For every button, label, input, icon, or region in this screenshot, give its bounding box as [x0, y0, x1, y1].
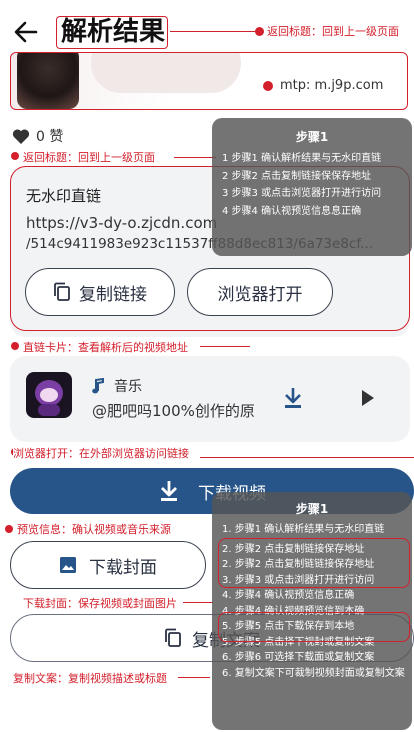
- like-count: 0 赞: [36, 129, 64, 145]
- title-annotation: 返回标题：回到上一级页面: [267, 25, 399, 38]
- overlay-highlight: [218, 612, 410, 642]
- open-browser-label: 浏览器打开: [217, 284, 303, 305]
- title-annotation-dot: [255, 27, 264, 36]
- annotation-dot: [11, 342, 19, 350]
- overlay-title: 步骤1: [295, 130, 329, 144]
- download-icon: [161, 481, 177, 501]
- download-icon: [285, 388, 301, 408]
- annotation-copy-text: 复制文案：复制视频描述或标题: [13, 672, 167, 685]
- annotation-line: [174, 157, 216, 158]
- overlay-step: 4. 步骤4 确认视预览信息正确: [222, 590, 355, 601]
- music-play-button[interactable]: [360, 388, 376, 408]
- music-download-button[interactable]: [282, 386, 304, 410]
- copy-icon: [165, 628, 181, 647]
- copy-link-label: 复制链接: [79, 284, 147, 305]
- copy-icon: [54, 282, 70, 301]
- title-arrow-line: [170, 31, 256, 32]
- tutorial-overlay-1: 步骤1 1 步骤1 确认解析结果与无水印直链 2 步骤2 点击复制链接保保存地址…: [212, 118, 412, 256]
- music-cover: [26, 372, 72, 418]
- thumbnail-blur: [91, 53, 241, 93]
- music-label: 音乐: [114, 379, 142, 395]
- link-url-line1[interactable]: https://v3-dy-o.zjcdn.com: [26, 214, 217, 232]
- overlay-step: 3 步骤3 或点击浏览器打开进行访问: [222, 188, 382, 199]
- overlay-step: 6. 步骤6 可选择下载面或复制文案: [222, 652, 375, 663]
- overlay-step: 1 步骤1 确认解析结果与无水印直链: [222, 153, 382, 164]
- download-cover-button[interactable]: 下载封面: [10, 541, 206, 589]
- avatar: [17, 53, 79, 109]
- copy-link-button[interactable]: 复制链接: [25, 268, 175, 316]
- link-card-title: 无水印直链: [26, 187, 102, 205]
- annotation-line: [200, 346, 250, 347]
- overlay-step: 1. 步骤1 确认解析结果与无水印直链: [222, 524, 385, 535]
- music-note-icon: [92, 378, 104, 394]
- annotation-back-title: 返回标题：回到上一级页面: [23, 151, 155, 164]
- watermark-dot: [263, 81, 273, 91]
- page-title: 解析结果: [60, 17, 165, 47]
- overlay-title: 步骤1: [295, 502, 329, 516]
- annotation-browser: 浏览器打开：在外部浏览器访问链接: [13, 445, 189, 461]
- music-author: @肥吧吗100%创作的原: [92, 402, 255, 420]
- annotation-line: [183, 602, 213, 603]
- like-button[interactable]: 0 赞: [12, 126, 63, 146]
- back-button[interactable]: [12, 18, 40, 46]
- heart-icon: [12, 129, 30, 144]
- download-cover-label: 下载封面: [89, 557, 157, 578]
- overlay-step: 6. 复制文案下可裁制视频封面或复制文案: [222, 667, 405, 679]
- annotation-preview: 预览信息：确认视频或音乐来源: [17, 523, 171, 536]
- open-browser-button[interactable]: 浏览器打开: [187, 268, 333, 316]
- annotation-link-card: 直链卡片：查看解析后的视频地址: [23, 341, 188, 354]
- annotation-line: [178, 677, 210, 678]
- annotation-line: [200, 457, 414, 458]
- annotation-cover: 下载封面：保存视频或封面图片: [23, 597, 177, 610]
- annotation-dot: [11, 152, 19, 160]
- image-icon: [60, 557, 76, 573]
- overlay-step: 2 步骤2 点击复制链接保保存地址: [222, 170, 372, 182]
- thumbnail-watermark: mtp: m.j9p.com: [280, 78, 384, 93]
- tutorial-overlay-2: 步骤1 1. 步骤1 确认解析结果与无水印直链 2. 步骤2 点击复制链接保存地…: [212, 492, 412, 730]
- arrow-left-icon: [14, 21, 38, 43]
- overlay-step: 4 步骤4 确认视预览信息息正确: [222, 205, 362, 217]
- overlay-highlight: [218, 538, 410, 588]
- annotation-dot: [5, 525, 13, 533]
- play-icon: [362, 390, 374, 406]
- music-label-row: 音乐: [92, 376, 142, 396]
